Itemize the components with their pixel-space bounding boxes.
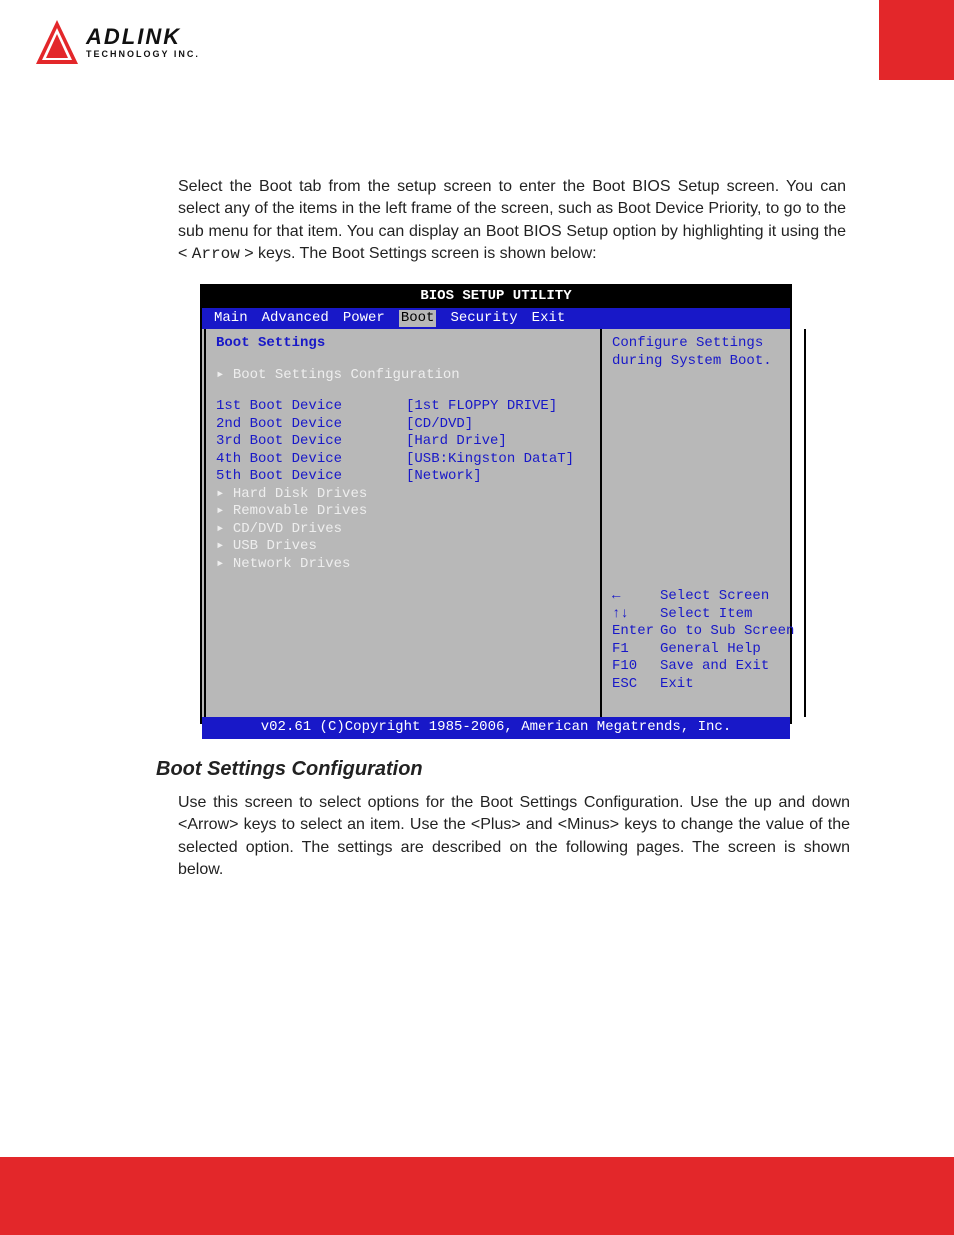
boot-device-label: 5th Boot Device (216, 468, 406, 486)
subsection-heading: Boot Settings Configuration (156, 758, 423, 781)
boot-device-value: [USB:Kingston DataT] (406, 451, 574, 469)
header-accent (879, 0, 954, 80)
bios-tab-bar: Main Advanced Power Boot Security Exit (202, 308, 790, 330)
subsection-body: Use this screen to select options for th… (178, 792, 850, 882)
boot-device-value: [Network] (406, 468, 482, 486)
help-key: ESC (612, 676, 660, 694)
boot-device-label: 3rd Boot Device (216, 433, 406, 451)
bios-left-pane: Boot Settings Boot Settings Configuratio… (204, 329, 602, 717)
bios-tab-boot[interactable]: Boot (399, 310, 437, 328)
help-text: Exit (660, 676, 694, 692)
intro-paragraph: Select the Boot tab from the setup scree… (178, 176, 846, 266)
boot-device-row[interactable]: 5th Boot Device [Network] (216, 468, 590, 486)
bios-help-desc: Configure Settings during System Boot. (612, 335, 794, 370)
bios-tab-advanced[interactable]: Advanced (262, 310, 343, 328)
boot-settings-config-item[interactable]: Boot Settings Configuration (216, 367, 590, 385)
footer-accent (0, 1157, 954, 1235)
submenu-network[interactable]: Network Drives (216, 556, 590, 574)
boot-device-value: [CD/DVD] (406, 416, 473, 434)
intro-arrow-key: Arrow (192, 245, 240, 263)
bios-right-pane: Configure Settings during System Boot. ←… (602, 329, 806, 717)
help-text: Save and Exit (660, 658, 769, 674)
intro-text-b: > keys. The Boot Settings screen is show… (240, 245, 597, 262)
bios-key-help: ←Select Screen ↑↓Select Item EnterGo to … (612, 588, 794, 711)
bios-tab-security[interactable]: Security (436, 310, 531, 328)
submenu-removable[interactable]: Removable Drives (216, 503, 590, 521)
logo-triangle-icon (34, 18, 80, 66)
help-desc-line: during System Boot. (612, 353, 794, 371)
boot-device-label: 1st Boot Device (216, 398, 406, 416)
bios-tab-exit[interactable]: Exit (532, 310, 580, 328)
submenu-cddvd[interactable]: CD/DVD Drives (216, 521, 590, 539)
logo-sub-text: TECHNOLOGY INC. (86, 50, 200, 59)
bios-tab-main[interactable]: Main (210, 310, 262, 328)
help-text: Select Item (660, 606, 752, 622)
submenu-hard-disk[interactable]: Hard Disk Drives (216, 486, 590, 504)
bios-screenshot: BIOS SETUP UTILITY Main Advanced Power B… (200, 284, 792, 724)
boot-settings-heading: Boot Settings (216, 335, 590, 353)
boot-device-row[interactable]: 3rd Boot Device [Hard Drive] (216, 433, 590, 451)
boot-device-row[interactable]: 2nd Boot Device [CD/DVD] (216, 416, 590, 434)
logo-main-text: ADLINK (86, 26, 200, 48)
help-text: Go to Sub Screen (660, 623, 794, 639)
help-key: F1 (612, 641, 660, 659)
boot-device-row[interactable]: 1st Boot Device [1st FLOPPY DRIVE] (216, 398, 590, 416)
help-key: Enter (612, 623, 660, 641)
boot-device-value: [Hard Drive] (406, 433, 507, 451)
boot-device-label: 2nd Boot Device (216, 416, 406, 434)
adlink-logo: ADLINK TECHNOLOGY INC. (34, 18, 200, 66)
bios-tab-power[interactable]: Power (343, 310, 399, 328)
boot-device-label: 4th Boot Device (216, 451, 406, 469)
boot-device-row[interactable]: 4th Boot Device [USB:Kingston DataT] (216, 451, 590, 469)
boot-device-value: [1st FLOPPY DRIVE] (406, 398, 557, 416)
submenu-usb[interactable]: USB Drives (216, 538, 590, 556)
help-key: F10 (612, 658, 660, 676)
help-key: ↑↓ (612, 606, 660, 624)
help-key: ← (612, 588, 660, 606)
help-text: Select Screen (660, 588, 769, 604)
bios-footer: v02.61 (C)Copyright 1985-2006, American … (202, 717, 790, 739)
help-text: General Help (660, 641, 761, 657)
bios-title: BIOS SETUP UTILITY (202, 286, 790, 308)
help-desc-line: Configure Settings (612, 335, 794, 353)
